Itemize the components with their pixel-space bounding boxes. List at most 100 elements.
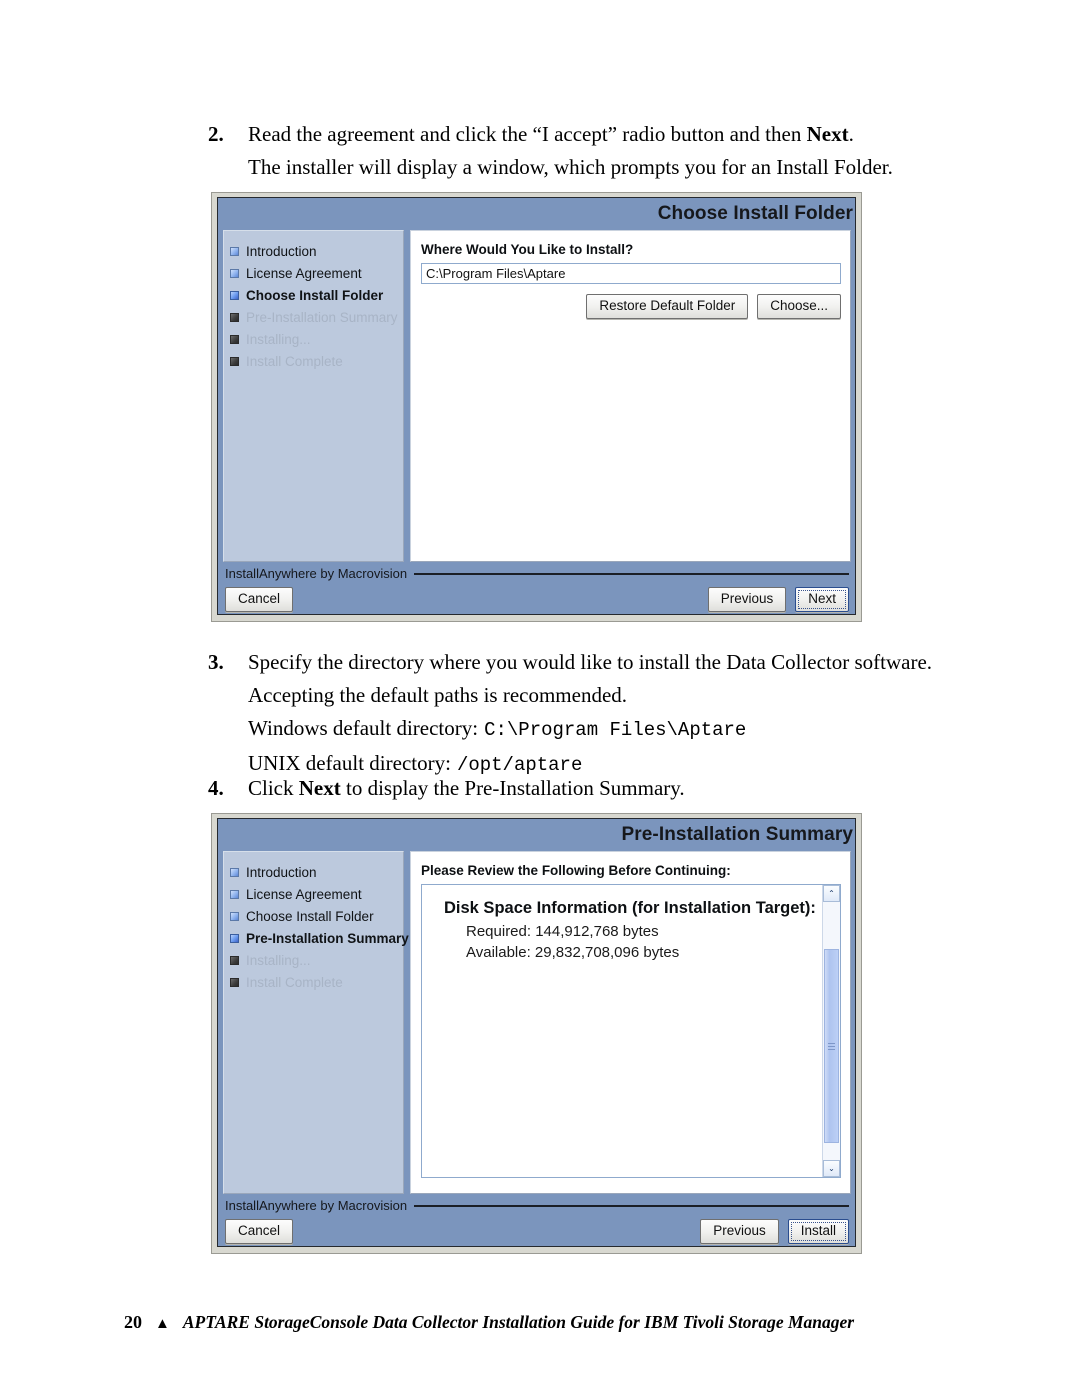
step-2-line-1: Read the agreement and click the “I acce… [248, 118, 908, 151]
dialog-titlebar: Pre-Installation Summary [218, 819, 855, 851]
step-3-number: 3. [208, 650, 224, 674]
dialog-title: Choose Install Folder [657, 203, 853, 224]
disk-space-available: Available: 29,832,708,096 bytes [466, 944, 680, 961]
sidebar-item-install-complete: Install Complete [230, 350, 403, 372]
step-4: 4. Click Next to display the Pre-Install… [208, 772, 908, 805]
footer-buttons: Cancel Previous Next [225, 587, 849, 612]
install-steps-sidebar: Introduction License Agreement Choose In… [223, 230, 404, 562]
sidebar-item-label: License Agreement [246, 886, 362, 902]
dialog-footer: InstallAnywhere by Macrovision Cancel Pr… [218, 1194, 855, 1246]
cancel-button[interactable]: Cancel [225, 1219, 294, 1244]
step-4-text-c: to display the Pre-Installation Summary. [340, 776, 685, 800]
page-footer: 20 ▲ APTARE StorageConsole Data Collecto… [124, 1312, 854, 1333]
step-4-number: 4. [208, 776, 224, 800]
step-bullet-icon [230, 312, 239, 322]
sidebar-item-installing: Installing... [230, 328, 403, 350]
step-2: 2. Read the agreement and click the “I a… [208, 118, 908, 184]
choose-install-folder-dialog[interactable]: Choose Install Folder Introduction Licen… [211, 192, 862, 622]
step-3-line-2: Accepting the default paths is recommend… [248, 683, 628, 707]
divider [414, 572, 849, 575]
dialog-main: Introduction License Agreement Choose In… [218, 851, 855, 1194]
sidebar-item-label: Installing... [246, 952, 311, 968]
sidebar-item-label: Introduction [246, 864, 317, 880]
previous-button[interactable]: Previous [700, 1219, 779, 1244]
sidebar-item-choose-install-folder[interactable]: Choose Install Folder [230, 905, 403, 927]
step-2-text-c: . [848, 122, 854, 146]
sidebar-item-label: Install Complete [246, 974, 343, 990]
dialog-body: Choose Install Folder Introduction Licen… [217, 197, 856, 615]
sidebar-item-license-agreement[interactable]: License Agreement [230, 262, 403, 284]
scrollbar-track[interactable] [823, 902, 840, 1160]
install-path-input[interactable]: C:\Program Files\Aptare [421, 263, 841, 284]
dialog-main: Introduction License Agreement Choose In… [218, 230, 855, 562]
installanywhere-brand: InstallAnywhere by Macrovision [225, 1198, 408, 1213]
previous-button[interactable]: Previous [707, 587, 787, 612]
sidebar-item-label: Introduction [246, 243, 317, 259]
step-bullet-icon [230, 867, 239, 877]
sidebar-item-label: Pre-Installation Summary [246, 309, 398, 325]
step-3-body: Specify the directory where you would li… [248, 646, 948, 782]
choose-folder-button[interactable]: Choose... [757, 294, 841, 319]
brand-line: InstallAnywhere by Macrovision [225, 566, 849, 581]
pre-installation-summary-dialog[interactable]: Pre-Installation Summary Introduction Li… [211, 813, 862, 1254]
step-bullet-icon [230, 356, 239, 366]
sidebar-item-label: License Agreement [246, 265, 362, 281]
document-page: 2. Read the agreement and click the “I a… [0, 0, 1080, 1397]
sidebar-item-label: Choose Install Folder [246, 287, 384, 303]
sidebar-item-introduction[interactable]: Introduction [230, 861, 403, 883]
windows-default-label: Windows default directory: [248, 716, 479, 740]
step-3: 3. Specify the directory where you would… [208, 646, 948, 782]
step-bullet-icon [230, 290, 239, 300]
step-bullet-icon [230, 334, 239, 344]
step-bullet-icon [230, 977, 239, 987]
install-steps-sidebar: Introduction License Agreement Choose In… [223, 851, 409, 1194]
disk-space-required: Required: 144,912,768 bytes [466, 923, 659, 940]
scroll-up-arrow-icon[interactable]: ⌃ [823, 885, 840, 902]
footer-buttons: Cancel Previous Install [225, 1219, 849, 1244]
nav-buttons: Previous Next [707, 587, 849, 612]
summary-scroll-pane[interactable]: Disk Space Information (for Installation… [421, 884, 841, 1178]
dialog-content-pane: Where Would You Like to Install? C:\Prog… [410, 230, 851, 562]
step-bullet-icon [230, 955, 239, 965]
sidebar-item-label: Choose Install Folder [246, 908, 374, 924]
vertical-scrollbar[interactable]: ⌃ ⌄ [822, 885, 840, 1177]
dialog-footer: InstallAnywhere by Macrovision Cancel Pr… [218, 562, 855, 614]
install-button[interactable]: Install [787, 1219, 849, 1244]
cancel-button[interactable]: Cancel [225, 587, 294, 612]
sidebar-item-label: Pre-Installation Summary [246, 930, 409, 946]
sidebar-item-license-agreement[interactable]: License Agreement [230, 883, 403, 905]
scroll-down-arrow-icon[interactable]: ⌄ [823, 1160, 840, 1177]
nav-buttons: Previous Install [700, 1219, 849, 1244]
footer-title: APTARE StorageConsole Data Collector Ins… [182, 1312, 855, 1332]
sidebar-item-install-complete: Install Complete [230, 971, 403, 993]
sidebar-item-pre-installation-summary[interactable]: Pre-Installation Summary [230, 927, 409, 949]
install-location-heading: Where Would You Like to Install? [421, 242, 634, 257]
restore-default-folder-button[interactable]: Restore Default Folder [586, 294, 749, 319]
next-button[interactable]: Next [795, 587, 849, 612]
step-2-body: Read the agreement and click the “I acce… [248, 118, 908, 184]
scrollbar-thumb[interactable] [824, 949, 839, 1143]
summary-text: Disk Space Information (for Installation… [422, 885, 822, 1177]
step-bullet-icon [230, 911, 239, 921]
divider [414, 1204, 849, 1207]
sidebar-item-label: Install Complete [246, 353, 343, 369]
step-4-body: Click Next to display the Pre-Installati… [248, 772, 908, 805]
dialog-title: Pre-Installation Summary [621, 824, 853, 845]
sidebar-item-introduction[interactable]: Introduction [230, 240, 403, 262]
step-2-next-emphasis: Next [806, 122, 849, 146]
windows-default-path: C:\Program Files\Aptare [484, 719, 747, 741]
step-bullet-icon [230, 889, 239, 899]
review-heading: Please Review the Following Before Conti… [421, 863, 731, 878]
sidebar-item-label: Installing... [246, 331, 311, 347]
sidebar-item-choose-install-folder[interactable]: Choose Install Folder [230, 284, 403, 306]
dialog-body: Pre-Installation Summary Introduction Li… [217, 818, 856, 1247]
page-number: 20 [124, 1312, 142, 1332]
installanywhere-brand: InstallAnywhere by Macrovision [225, 566, 408, 581]
sidebar-item-installing: Installing... [230, 949, 403, 971]
step-bullet-icon [230, 246, 239, 256]
step-4-line-1: Click Next to display the Pre-Installati… [248, 772, 908, 805]
path-buttons-row: Restore Default Folder Choose... [421, 294, 841, 319]
step-4-text-a: Click [248, 776, 299, 800]
dialog-content-pane: Please Review the Following Before Conti… [410, 851, 851, 1194]
step-bullet-icon [230, 268, 239, 278]
